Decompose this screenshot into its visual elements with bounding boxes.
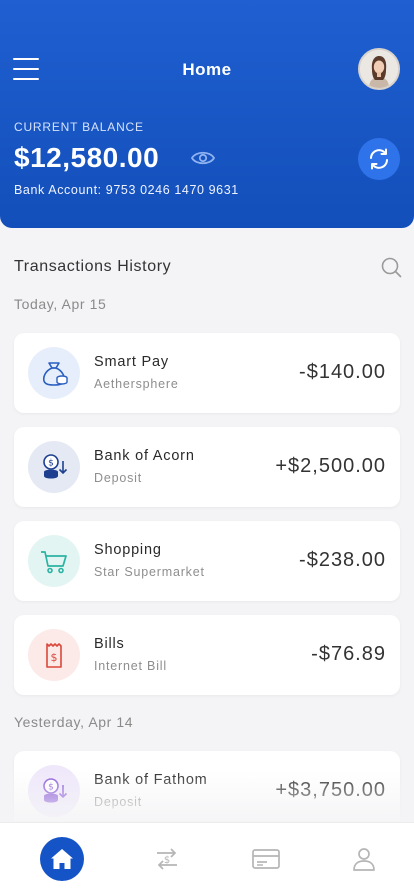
date-label: Yesterday, Apr 14 xyxy=(14,714,134,730)
header: Home CURRENT BALANCE $12,580.00 Bank Acc… xyxy=(0,0,414,228)
page-title: Home xyxy=(182,60,232,79)
transaction-detail: Aethersphere xyxy=(94,377,179,391)
svg-text:$: $ xyxy=(51,651,58,664)
home-icon xyxy=(51,849,73,869)
transfer-icon: $ xyxy=(157,848,177,870)
profile-icon xyxy=(353,848,375,871)
tab-transfer[interactable]: $ xyxy=(145,837,189,881)
bottom-tab-bar: $ xyxy=(0,822,414,896)
money-bag-icon xyxy=(28,347,80,399)
bank-account-number: Bank Account: 9753 0246 1470 9631 xyxy=(14,183,239,197)
eye-icon[interactable] xyxy=(190,148,216,168)
transaction-name: Shopping xyxy=(94,542,162,558)
transaction-amount: -$76.89 xyxy=(311,643,386,665)
transaction-amount: -$140.00 xyxy=(299,361,386,383)
coin-deposit-icon: $ xyxy=(28,441,80,493)
refresh-button[interactable] xyxy=(358,138,400,180)
transaction-card[interactable]: $ Bank of Fathom Deposit +$3,750.00 xyxy=(14,751,400,831)
transaction-detail: Star Supermarket xyxy=(94,565,205,579)
transaction-card[interactable]: Shopping Star Supermarket -$238.00 xyxy=(14,521,400,601)
transaction-name: Bills xyxy=(94,636,125,652)
search-icon[interactable] xyxy=(380,256,402,278)
transaction-detail: Deposit xyxy=(94,795,142,809)
transaction-card[interactable]: Smart Pay Aethersphere -$140.00 xyxy=(14,333,400,413)
card-icon xyxy=(252,849,280,869)
transaction-amount: +$3,750.00 xyxy=(275,779,386,801)
avatar[interactable] xyxy=(358,48,400,90)
svg-text:$: $ xyxy=(48,459,54,469)
transaction-amount: +$2,500.00 xyxy=(275,455,386,477)
bill-receipt-icon: $ xyxy=(28,629,80,681)
tab-home[interactable] xyxy=(40,837,84,881)
balance-label: CURRENT BALANCE xyxy=(14,120,144,134)
transaction-name: Bank of Acorn xyxy=(94,448,195,464)
transaction-detail: Internet Bill xyxy=(94,659,167,673)
tab-cards[interactable] xyxy=(244,837,288,881)
transaction-card[interactable]: $ Bank of Acorn Deposit +$2,500.00 xyxy=(14,427,400,507)
section-title: Transactions History xyxy=(14,258,172,275)
date-label: Today, Apr 15 xyxy=(14,296,107,312)
shopping-cart-icon xyxy=(28,535,80,587)
tab-profile[interactable] xyxy=(342,837,386,881)
refresh-icon xyxy=(370,148,388,170)
coin-deposit-icon: $ xyxy=(28,765,80,817)
transaction-card[interactable]: $ Bills Internet Bill -$76.89 xyxy=(14,615,400,695)
balance-amount: $12,580.00 xyxy=(14,142,160,173)
svg-text:$: $ xyxy=(164,855,170,866)
transaction-amount: -$238.00 xyxy=(299,549,386,571)
svg-text:$: $ xyxy=(48,783,54,793)
transaction-name: Bank of Fathom xyxy=(94,772,208,788)
transaction-name: Smart Pay xyxy=(94,354,169,370)
transaction-detail: Deposit xyxy=(94,471,142,485)
